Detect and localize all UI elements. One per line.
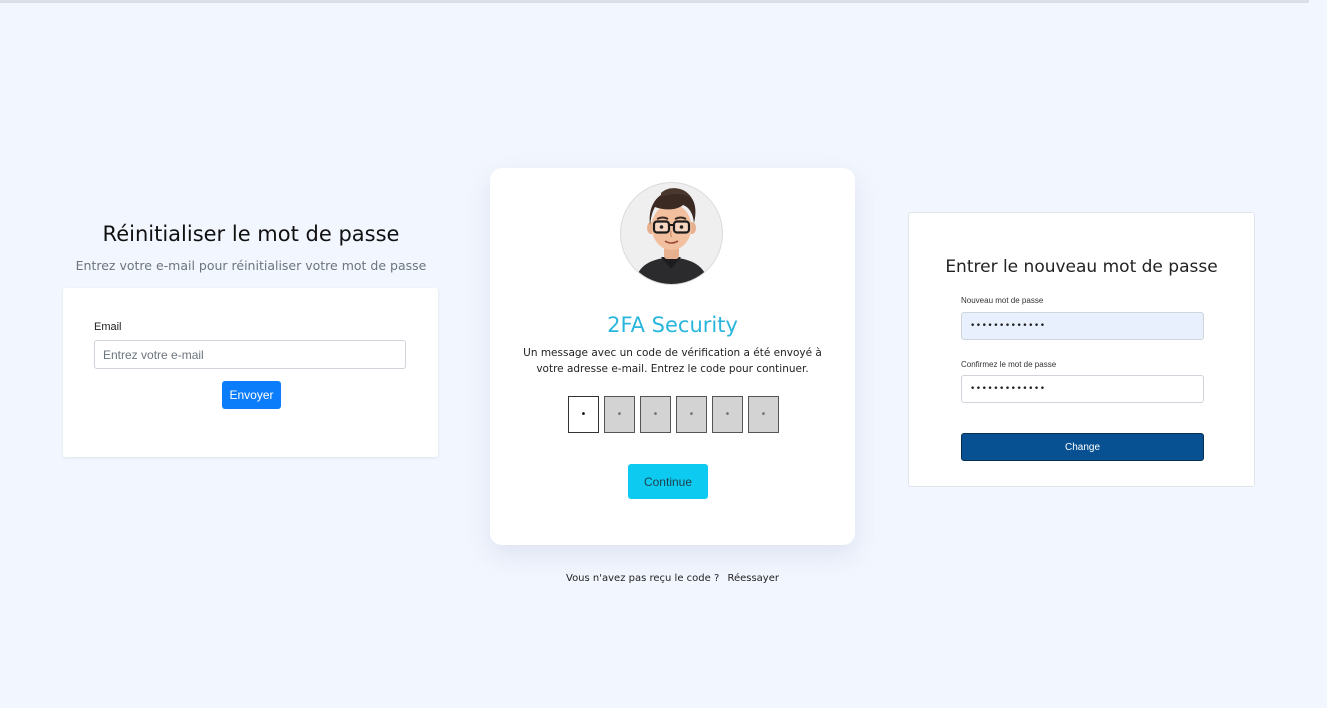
- reset-password-title: Réinitialiser le mot de passe: [102, 222, 400, 246]
- user-avatar-glasses-icon: [620, 182, 723, 285]
- code-digit-4[interactable]: •: [676, 396, 707, 433]
- code-digit-1[interactable]: •: [568, 396, 599, 433]
- code-digit-6[interactable]: •: [748, 396, 779, 433]
- new-password-card: Entrer le nouveau mot de passe Nouveau m…: [908, 212, 1255, 487]
- code-digit-2[interactable]: •: [604, 396, 635, 433]
- two-factor-message: Un message avec un code de vérification …: [523, 347, 822, 375]
- new-password-field[interactable]: •••••••••••••: [961, 312, 1204, 340]
- continue-button[interactable]: Continue: [628, 464, 708, 499]
- code-digit-3[interactable]: •: [640, 396, 671, 433]
- verification-code-inputs: • • • • • •: [568, 396, 779, 433]
- email-input[interactable]: [94, 340, 406, 369]
- email-label: Email: [94, 321, 122, 333]
- new-password-title: Entrer le nouveau mot de passe: [945, 257, 1218, 277]
- two-factor-card: 2FA Security Un message avec un code de …: [490, 168, 855, 545]
- confirm-password-label: Confirmez le mot de passe: [961, 360, 1057, 369]
- confirm-password-field[interactable]: •••••••••••••: [961, 375, 1204, 403]
- top-border: [0, 0, 1309, 3]
- reset-password-subtitle: Entrez votre e-mail pour réinitialiser v…: [75, 258, 427, 273]
- code-digit-5[interactable]: •: [712, 396, 743, 433]
- reset-password-card: Email Envoyer: [63, 288, 438, 457]
- change-password-button[interactable]: Change: [961, 433, 1204, 461]
- two-factor-title: 2FA Security: [607, 313, 738, 337]
- resend-code-row: Vous n'avez pas reçu le code ? Réessayer: [490, 573, 855, 584]
- resend-link[interactable]: Réessayer: [727, 573, 779, 584]
- resend-prompt: Vous n'avez pas reçu le code ?: [566, 573, 720, 584]
- send-button[interactable]: Envoyer: [222, 381, 281, 409]
- new-password-label: Nouveau mot de passe: [961, 296, 1044, 305]
